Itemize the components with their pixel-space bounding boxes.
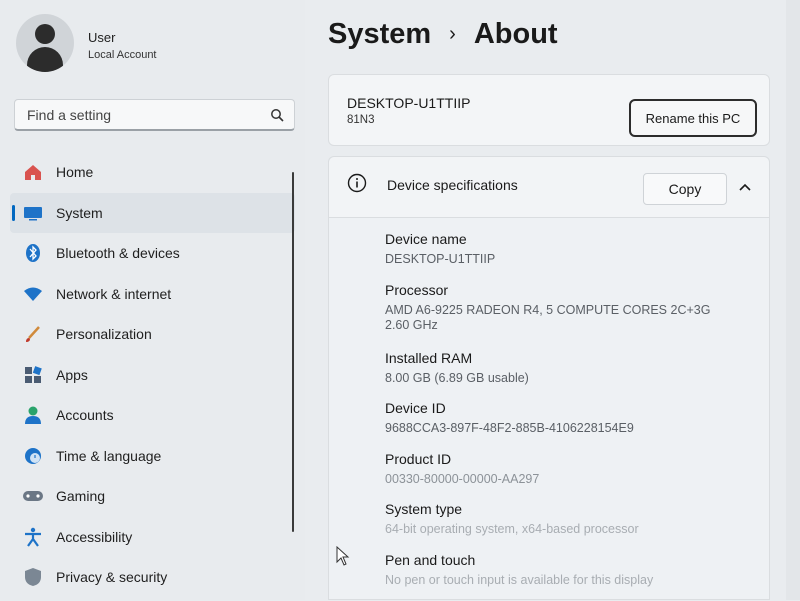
avatar-head [35,24,55,44]
spec-value: AMD A6-9225 RADEON R4, 5 COMPUTE CORES 2… [385,303,765,318]
spec-value: No pen or touch input is available for t… [385,573,765,588]
nav-item-bluetooth[interactable]: Bluetooth & devices [10,233,295,274]
nav-item-apps[interactable]: Apps [10,355,295,396]
pc-model: 81N3 [347,114,375,126]
nav-item-label: Accounts [56,407,114,423]
pc-name: DESKTOP-U1TTIIP [347,95,470,111]
device-specifications-title: Device specifications [387,177,518,193]
spec-label: Processor [385,281,765,299]
nav-menu: Home System Bluetooth & devices Network … [10,152,295,598]
nav-item-label: Accessibility [56,529,132,545]
pc-name-card: DESKTOP-U1TTIIP 81N3 Rename this PC [328,74,770,146]
nav-item-label: Time & language [56,448,161,464]
nav-item-label: Privacy & security [56,569,167,585]
spec-row-pen-touch: Pen and touch No pen or touch input is a… [385,551,765,601]
wifi-icon [22,283,44,305]
sidebar-scrollbar[interactable] [292,172,294,532]
nav-item-label: Personalization [56,326,152,342]
accessibility-icon [22,526,44,548]
home-icon [22,161,44,183]
breadcrumb-separator: › [449,23,456,46]
spec-value: 00330-80000-00000-AA297 [385,472,765,487]
spec-row-processor: Processor AMD A6-9225 RADEON R4, 5 COMPU… [385,281,765,349]
spec-list: Device name DESKTOP-U1TTIIP Processor AM… [385,230,765,601]
search-input[interactable] [25,106,259,124]
apps-icon [22,364,44,386]
spec-row-product-id: Product ID 00330-80000-00000-AA297 [385,450,765,501]
device-specifications-header[interactable]: Device specifications Copy [329,157,769,218]
nav-item-label: Gaming [56,488,105,504]
user-name: User [88,30,115,45]
chevron-up-icon[interactable] [739,183,751,191]
device-specifications-card: Device specifications Copy Device name D… [328,156,770,600]
breadcrumb: System › About [328,18,558,51]
bluetooth-icon [22,242,44,264]
copy-button[interactable]: Copy [643,173,727,205]
user-account-type: Local Account [88,49,157,61]
brush-icon [22,323,44,345]
gamepad-icon [22,485,44,507]
nav-item-label: Bluetooth & devices [56,245,180,261]
active-indicator [12,205,15,221]
nav-item-time-language[interactable]: Time & language [10,436,295,477]
nav-item-accounts[interactable]: Accounts [10,395,295,436]
spec-row-device-name: Device name DESKTOP-U1TTIIP [385,230,765,281]
globe-clock-icon [22,445,44,467]
spec-row-installed-ram: Installed RAM 8.00 GB (6.89 GB usable) [385,349,765,400]
page-title: About [474,18,558,51]
spec-label: System type [385,500,765,518]
nav-item-system[interactable]: System [10,193,295,234]
spec-label: Pen and touch [385,551,765,569]
shield-icon [22,566,44,588]
person-icon [22,404,44,426]
spec-row-device-id: Device ID 9688CCA3-897F-48F2-885B-410622… [385,399,765,450]
nav-item-gaming[interactable]: Gaming [10,476,295,517]
nav-item-network[interactable]: Network & internet [10,274,295,315]
nav-item-label: Network & internet [56,286,171,302]
search-icon[interactable] [270,108,284,122]
spec-label: Device ID [385,399,765,417]
spec-value: 64-bit operating system, x64-based proce… [385,522,765,537]
nav-item-privacy-security[interactable]: Privacy & security [10,557,295,598]
spec-label: Installed RAM [385,349,765,367]
spec-row-system-type: System type 64-bit operating system, x64… [385,500,765,551]
nav-item-label: Home [56,164,93,180]
nav-item-personalization[interactable]: Personalization [10,314,295,355]
spec-value: 8.00 GB (6.89 GB usable) [385,371,765,386]
mouse-cursor-icon [336,546,350,566]
info-icon [347,173,367,193]
spec-label: Device name [385,230,765,248]
sidebar: User Local Account Home System Bluetoot [0,0,305,600]
breadcrumb-parent[interactable]: System [328,18,431,51]
nav-item-accessibility[interactable]: Accessibility [10,517,295,558]
nav-item-label: System [56,205,103,221]
nav-item-label: Apps [56,367,88,383]
spec-value-line2: 2.60 GHz [385,318,765,333]
avatar[interactable] [16,14,74,72]
spec-value: DESKTOP-U1TTIIP [385,252,765,267]
avatar-body [27,47,63,72]
system-icon [22,202,44,224]
rename-pc-button[interactable]: Rename this PC [629,99,757,137]
spec-value: 9688CCA3-897F-48F2-885B-4106228154E9 [385,421,765,436]
spec-label: Product ID [385,450,765,468]
search-box[interactable] [14,99,295,131]
nav-item-home[interactable]: Home [10,152,295,193]
main-scrollbar[interactable] [786,0,800,600]
